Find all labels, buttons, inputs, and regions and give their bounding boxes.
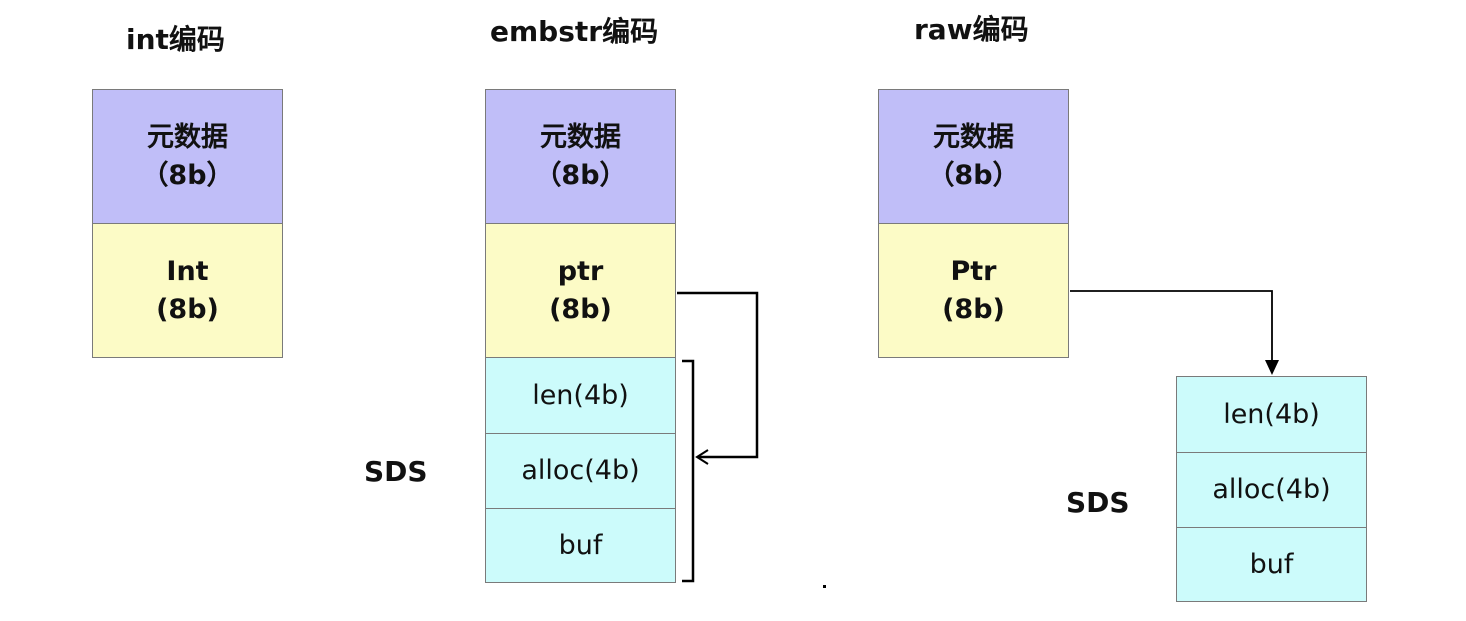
embstr-sds-len-block: len(4b) [485, 357, 676, 434]
int-metadata-label: 元数据 [147, 121, 228, 153]
embstr-metadata-block: 元数据 （8b） [485, 89, 676, 224]
int-value-block: Int (8b) [92, 223, 283, 358]
int-metadata-size: （8b） [141, 159, 234, 191]
embstr-encoding-title: embstr编码 [490, 15, 659, 48]
raw-encoding-title: raw编码 [914, 13, 1029, 46]
embstr-metadata-size: （8b） [534, 159, 627, 191]
raw-sds-alloc-block: alloc(4b) [1176, 452, 1367, 528]
embstr-sds-buf-label: buf [558, 529, 603, 561]
raw-metadata-block: 元数据 （8b） [878, 89, 1069, 224]
raw-sds-label: SDS [1066, 486, 1130, 519]
raw-metadata-label: 元数据 [933, 121, 1014, 153]
int-encoding-title: int编码 [126, 23, 225, 56]
embstr-sds-alloc-block: alloc(4b) [485, 433, 676, 509]
raw-sds-buf-block: buf [1176, 527, 1367, 602]
raw-ptr-size: (8b) [942, 293, 1005, 325]
int-metadata-block: 元数据 （8b） [92, 89, 283, 224]
raw-metadata-size: （8b） [927, 159, 1020, 191]
stray-dot [823, 585, 826, 588]
embstr-ptr-arrow-line [677, 291, 759, 459]
embstr-ptr-size: (8b) [549, 293, 612, 325]
embstr-sds-label: SDS [364, 455, 428, 488]
raw-sds-len-block: len(4b) [1176, 376, 1367, 453]
embstr-sds-buf-block: buf [485, 508, 676, 583]
raw-ptr-arrow-head [1265, 360, 1279, 375]
embstr-sds-len-label: len(4b) [532, 379, 629, 411]
raw-sds-len-label: len(4b) [1223, 398, 1320, 430]
raw-ptr-label: Ptr [950, 255, 997, 287]
embstr-ptr-label: ptr [557, 255, 604, 287]
embstr-ptr-arrow-head [695, 449, 709, 465]
embstr-sds-alloc-label: alloc(4b) [521, 455, 640, 486]
embstr-sds-bracket [682, 359, 695, 583]
raw-sds-alloc-label: alloc(4b) [1212, 474, 1331, 505]
embstr-metadata-label: 元数据 [540, 121, 621, 153]
int-value-label: Int [166, 255, 209, 287]
raw-sds-buf-label: buf [1249, 548, 1294, 580]
raw-ptr-arrow-line [1070, 290, 1273, 362]
int-value-size: (8b) [156, 293, 219, 325]
raw-ptr-block: Ptr (8b) [878, 223, 1069, 358]
embstr-ptr-block: ptr (8b) [485, 223, 676, 358]
